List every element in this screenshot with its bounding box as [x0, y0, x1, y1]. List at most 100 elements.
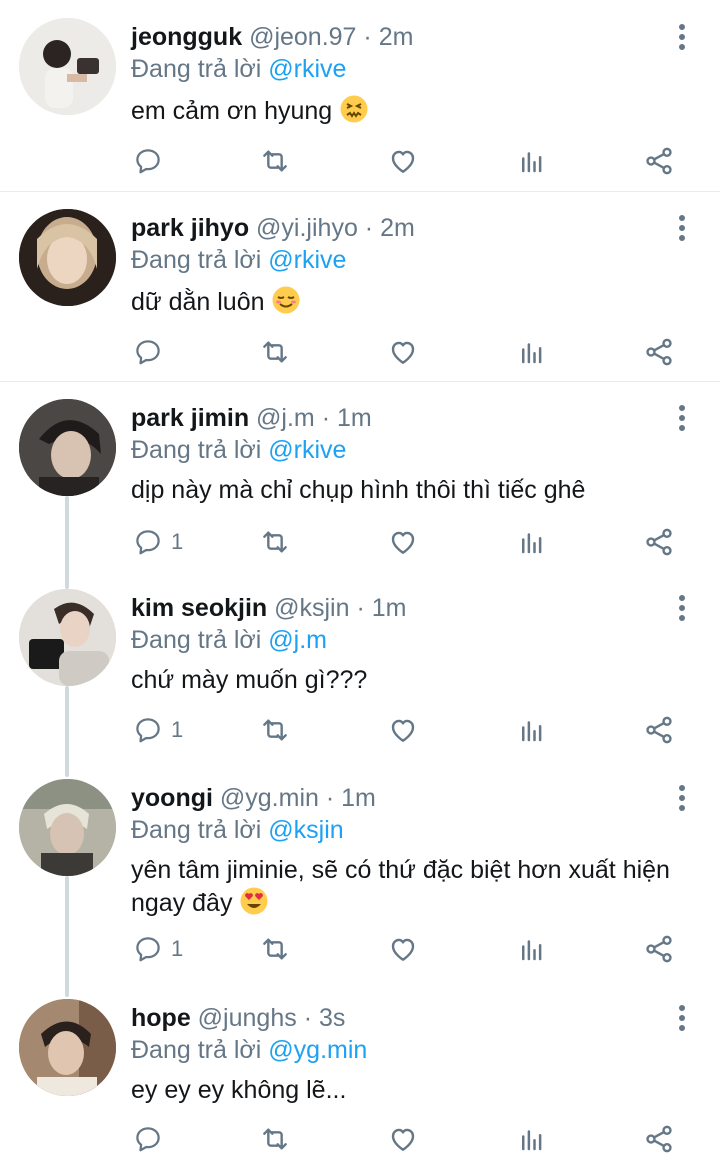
share-button[interactable] [643, 143, 675, 179]
reply-button[interactable]: 1 [133, 931, 183, 967]
tweet[interactable]: park jimin @j.m · 1m Đang trả lời @rkive… [0, 381, 720, 571]
share-button[interactable] [643, 524, 675, 560]
confounded-face-emoji [339, 94, 369, 132]
share-button[interactable] [643, 931, 675, 967]
replying-to: Đang trả lời @rkive [131, 54, 346, 84]
share-button[interactable] [643, 712, 675, 748]
tweet[interactable]: yoongi @yg.min · 1m Đang trả lời @ksjin … [0, 761, 720, 981]
avatar[interactable] [19, 779, 116, 876]
like-button[interactable] [387, 143, 419, 179]
like-button[interactable] [387, 712, 419, 748]
relieved-face-emoji [271, 285, 301, 323]
reply-button[interactable]: 1 [133, 712, 183, 748]
display-name[interactable]: jeongguk [131, 23, 242, 51]
retweet-icon [263, 341, 287, 363]
timestamp[interactable]: 1m [341, 784, 376, 812]
more-options-button[interactable] [674, 24, 690, 50]
replying-to-label: Đang trả lời [131, 246, 262, 274]
avatar[interactable] [19, 589, 116, 686]
replying-to-label: Đang trả lời [131, 1036, 262, 1064]
reply-button[interactable]: 1 [133, 524, 183, 560]
more-options-button[interactable] [674, 215, 690, 241]
separator: · [325, 784, 335, 812]
share-icon [646, 716, 672, 744]
tweet[interactable]: park jihyo @yi.jihyo · 2m Đang trả lời @… [0, 191, 720, 382]
reply-mention-link[interactable]: @yg.min [268, 1036, 367, 1064]
retweet-button[interactable] [259, 334, 291, 370]
reply-mention-link[interactable]: @rkive [268, 55, 346, 83]
reply-mention-link[interactable]: @rkive [268, 246, 346, 274]
tweet-actions: 1 [131, 931, 691, 967]
reply-mention-link[interactable]: @rkive [268, 436, 346, 464]
share-button[interactable] [643, 334, 675, 370]
like-button[interactable] [387, 931, 419, 967]
tweet[interactable]: hope @junghs · 3s Đang trả lời @yg.min e… [0, 981, 720, 1169]
tweet-text-content: ey ey ey không lẽ... [131, 1076, 347, 1104]
separator: · [356, 594, 365, 622]
analytics-button[interactable] [517, 143, 547, 179]
heart-icon [391, 150, 415, 173]
tweet-header: jeongguk @jeon.97 · 2m [131, 22, 413, 52]
reply-mention-link[interactable]: @j.m [268, 626, 327, 654]
retweet-button[interactable] [259, 931, 291, 967]
tweet-header: yoongi @yg.min · 1m [131, 783, 376, 813]
avatar[interactable] [19, 399, 116, 496]
user-handle: @jeon.97 [249, 23, 357, 51]
replying-to: Đang trả lời @rkive [131, 435, 346, 465]
analytics-button[interactable] [517, 524, 547, 560]
timestamp[interactable]: 3s [319, 1004, 345, 1032]
more-options-button[interactable] [674, 785, 690, 811]
avatar[interactable] [19, 18, 116, 115]
share-icon [646, 147, 672, 175]
retweet-icon [263, 938, 287, 960]
analytics-button[interactable] [517, 334, 547, 370]
analytics-button[interactable] [517, 712, 547, 748]
reply-count: 1 [171, 529, 184, 554]
share-icon [646, 338, 672, 366]
retweet-button[interactable] [259, 143, 291, 179]
like-button[interactable] [387, 334, 419, 370]
like-button[interactable] [387, 524, 419, 560]
display-name[interactable]: yoongi [131, 784, 213, 812]
reply-count: 1 [171, 717, 184, 742]
share-button[interactable] [643, 1121, 675, 1157]
more-options-button[interactable] [674, 595, 690, 621]
retweet-button[interactable] [259, 1121, 291, 1157]
share-icon [646, 1125, 672, 1153]
heart-icon [391, 938, 415, 961]
reply-button[interactable] [133, 334, 171, 370]
analytics-button[interactable] [517, 931, 547, 967]
more-options-button[interactable] [674, 1005, 690, 1031]
tweet[interactable]: jeongguk @jeon.97 · 2m Đang trả lời @rki… [0, 0, 720, 192]
comment-icon [136, 718, 160, 743]
timestamp[interactable]: 2m [379, 23, 414, 51]
timestamp[interactable]: 1m [372, 594, 407, 622]
like-button[interactable] [387, 1121, 419, 1157]
timestamp[interactable]: 1m [337, 404, 372, 432]
analytics-button[interactable] [517, 1121, 547, 1157]
reply-mention-link[interactable]: @ksjin [268, 816, 343, 844]
retweet-button[interactable] [259, 712, 291, 748]
timestamp[interactable]: 2m [380, 214, 415, 242]
more-options-button[interactable] [674, 405, 690, 431]
tweet-actions: 1 [131, 524, 691, 560]
display-name[interactable]: kim seokjin [131, 594, 267, 622]
comment-icon [136, 340, 160, 365]
analytics-icon [522, 1130, 542, 1151]
avatar[interactable] [19, 209, 116, 306]
reply-button[interactable] [133, 143, 171, 179]
analytics-icon [522, 721, 542, 742]
replying-to-label: Đang trả lời [131, 816, 262, 844]
avatar[interactable] [19, 999, 116, 1096]
display-name[interactable]: park jimin [131, 404, 249, 432]
retweet-button[interactable] [259, 524, 291, 560]
tweet[interactable]: kim seokjin @ksjin · 1m Đang trả lời @j.… [0, 571, 720, 761]
reply-feed: jeongguk @jeon.97 · 2m Đang trả lời @rki… [0, 0, 720, 1169]
display-name[interactable]: park jihyo [131, 214, 249, 242]
reply-button[interactable] [133, 1121, 171, 1157]
tweet-text: ey ey ey không lẽ... [131, 1075, 701, 1106]
analytics-icon [522, 533, 542, 554]
heart-icon [391, 719, 415, 742]
display-name[interactable]: hope [131, 1004, 191, 1032]
user-handle: @junghs [197, 1004, 297, 1032]
